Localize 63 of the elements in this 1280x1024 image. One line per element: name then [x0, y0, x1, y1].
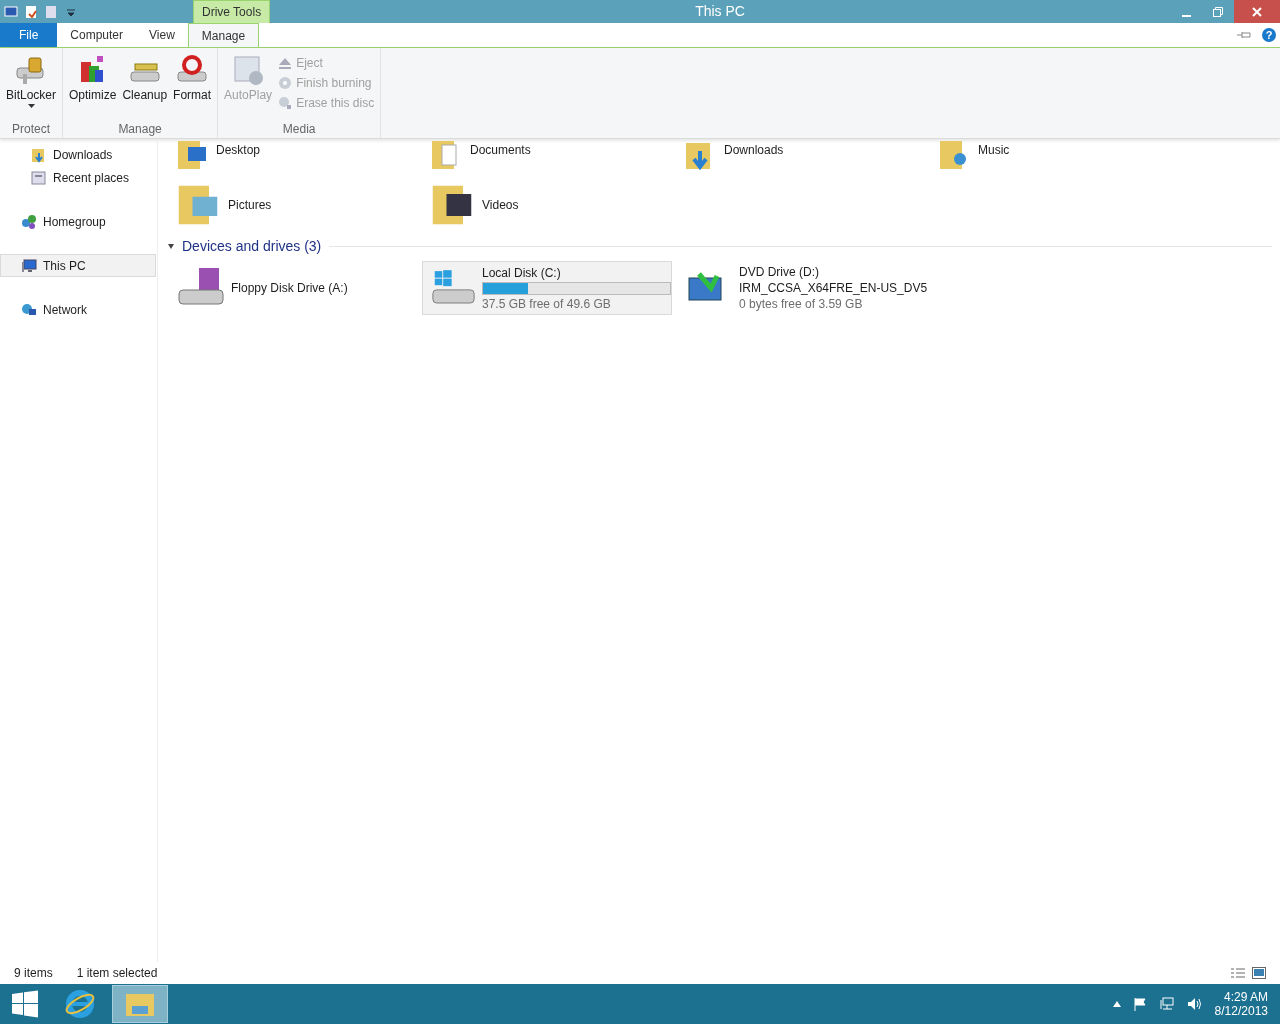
drive-name: Local Disk (C:) — [482, 265, 562, 280]
caret-icon[interactable] — [1112, 1001, 1121, 1007]
item-count: 9 items — [14, 966, 53, 980]
computer-icon — [21, 257, 37, 274]
nav-item[interactable]: Homegroup — [0, 210, 156, 233]
close-button[interactable] — [1234, 0, 1280, 23]
folder-label[interactable]: Downloads — [724, 139, 784, 157]
free-space: 0 bytes free of 3.59 GB — [739, 297, 864, 311]
folder-label[interactable]: Documents — [470, 139, 531, 157]
free-space: 37.5 GB free of 49.6 GB — [482, 296, 612, 311]
ribbon-tab[interactable]: Manage — [187, 23, 260, 47]
nav-item[interactable]: Network — [0, 298, 156, 321]
browser-e-icon — [64, 988, 96, 1020]
details-view-icon[interactable] — [1230, 967, 1246, 979]
ribbon-tab[interactable]: File — [0, 23, 58, 47]
nav-item[interactable]: Downloads — [0, 143, 156, 166]
group-label: Media — [281, 122, 317, 136]
selection-count: 1 item selected — [76, 966, 158, 980]
minimize-icon — [1181, 14, 1191, 17]
homegroup-icon — [21, 213, 37, 230]
computer-icon[interactable] — [4, 4, 18, 19]
volume-label: IRM_CCSA_X64FRE_EN-US_DV5 — [739, 281, 928, 295]
autoplay-icon — [232, 54, 265, 86]
context-tab-header: Drive Tools — [193, 0, 271, 23]
close-icon — [1252, 6, 1262, 17]
group-label: Manage — [117, 122, 163, 136]
restore-icon — [1213, 6, 1223, 17]
folder-label[interactable]: Videos — [482, 198, 519, 212]
drive-tile[interactable]: Local Disk (C:) 37.5 GB free of 49.6 GB — [422, 261, 672, 315]
help-button[interactable]: ? — [1262, 28, 1276, 42]
expand-arrow-icon[interactable] — [168, 243, 174, 249]
folder-label[interactable]: Music — [978, 139, 1010, 157]
pin-icon[interactable] — [1236, 30, 1252, 40]
disc-brush-icon — [278, 96, 293, 110]
recent-places-icon — [31, 169, 47, 186]
ribbon-command[interactable]: BitLocker — [4, 52, 59, 122]
drive-lock-icon — [15, 54, 47, 86]
ribbon-command[interactable]: Cleanup — [120, 52, 170, 122]
nav-item[interactable]: This PC — [0, 254, 156, 277]
nav-item[interactable]: Recent places — [0, 166, 156, 189]
ribbon-command[interactable]: Optimize — [67, 52, 119, 122]
drive-name: Floppy Disk Drive (A:) — [231, 281, 348, 295]
properties-icon[interactable] — [24, 4, 38, 19]
folder-label[interactable]: Desktop — [216, 139, 261, 157]
ribbon-tab[interactable]: View — [136, 23, 188, 47]
group-header[interactable]: Devices and drives (3) — [182, 238, 322, 254]
network-icon — [21, 301, 37, 318]
window-title: This PC — [694, 2, 746, 21]
folder-label[interactable]: Pictures — [228, 198, 272, 212]
eject-icon — [278, 56, 293, 70]
disc-icon — [278, 76, 293, 90]
tiles-view-icon[interactable] — [1252, 967, 1266, 979]
clock[interactable]: 4:29 AM 8/12/2013 — [1214, 990, 1268, 1018]
windows-logo-icon — [11, 990, 39, 1018]
drive-name: DVD Drive (D:) — [739, 265, 820, 279]
flag-icon[interactable] — [1132, 997, 1147, 1011]
ribbon-tab[interactable]: Computer — [57, 23, 137, 47]
group-label: Protect — [11, 122, 51, 136]
ribbon-command[interactable]: Format — [171, 52, 214, 122]
drive-tile[interactable]: DVD Drive (D:) IRM_CCSA_X64FRE_EN-US_DV5 0 bytes free of 3.59 GB — [676, 261, 1268, 315]
network-icon[interactable] — [1158, 997, 1175, 1011]
drive-tile[interactable]: Floppy Disk Drive (A:) — [168, 261, 418, 315]
speaker-icon[interactable] — [1186, 997, 1203, 1011]
